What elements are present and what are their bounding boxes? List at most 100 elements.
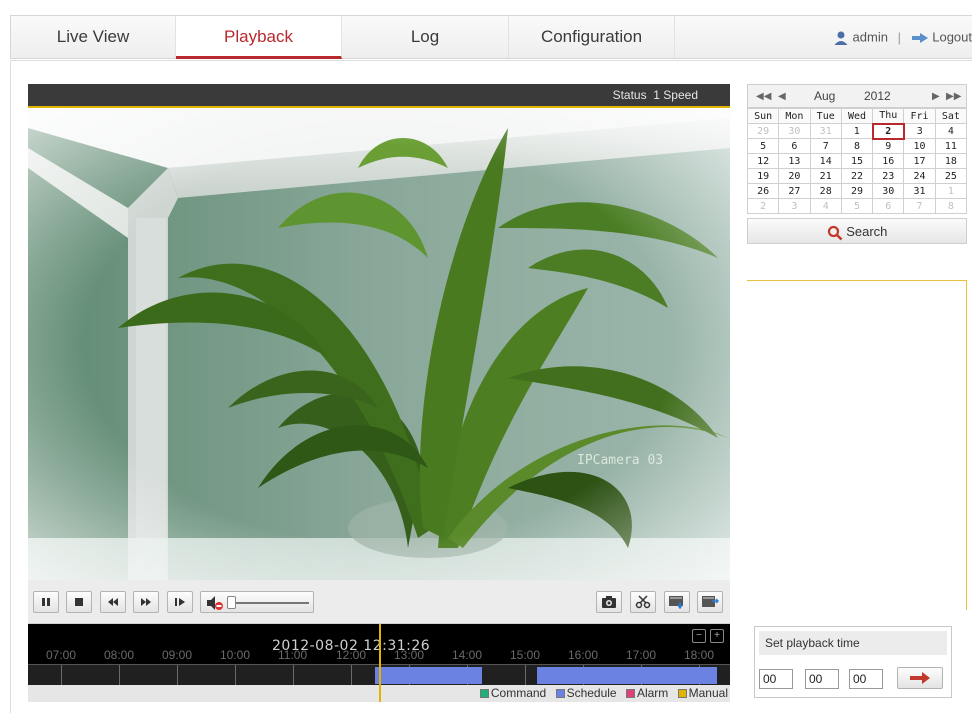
frame-step-button[interactable]: [167, 591, 193, 613]
weekday-label: Sun: [746, 108, 780, 124]
zoom-out-button[interactable]: −: [692, 629, 706, 643]
weekday-label: Fri: [903, 108, 936, 124]
calendar-day[interactable]: 6: [778, 138, 811, 154]
sidebar-border: [966, 280, 967, 610]
pause-icon: [42, 598, 50, 606]
calendar-day[interactable]: 30: [778, 123, 811, 139]
calendar-day[interactable]: 31: [809, 123, 842, 139]
timeline-hour-label: 09:00: [162, 648, 193, 662]
calendar-day[interactable]: 26: [746, 183, 780, 199]
calendar-day[interactable]: 5: [746, 138, 780, 154]
calendar-day[interactable]: 15: [840, 153, 874, 169]
timeline-cursor[interactable]: [379, 624, 381, 702]
calendar-day[interactable]: 10: [903, 138, 936, 154]
calendar-day[interactable]: 17: [903, 153, 936, 169]
weekday-label: Wed: [840, 108, 874, 124]
zoom-in-button[interactable]: +: [710, 629, 724, 643]
volume-slider-track[interactable]: [231, 602, 309, 604]
command-swatch: [479, 689, 489, 698]
clip-icon: [635, 595, 651, 609]
calendar-day[interactable]: 28: [809, 183, 842, 199]
calendar-day[interactable]: 29: [840, 183, 874, 199]
speed-up-icon: [141, 598, 151, 606]
calendar-day[interactable]: 4: [934, 123, 968, 139]
timeline[interactable]: 07:00 08:00 09:00 10:00 11:00 12:00 13:0…: [28, 624, 730, 702]
calendar-day[interactable]: 24: [903, 168, 936, 184]
calendar-day[interactable]: 20: [778, 168, 811, 184]
schedule-segment[interactable]: [375, 667, 482, 684]
calendar-day[interactable]: 4: [809, 198, 842, 214]
logout-link[interactable]: Logout: [911, 29, 972, 45]
calendar-day[interactable]: 2: [746, 198, 780, 214]
calendar-day[interactable]: 5: [840, 198, 874, 214]
tab-playback[interactable]: Playback: [176, 16, 342, 59]
next-month-icon[interactable]: ▶: [932, 85, 940, 108]
hour-input[interactable]: 00: [759, 669, 793, 689]
calendar-day[interactable]: 31: [903, 183, 936, 199]
speed-up-button[interactable]: [133, 591, 159, 613]
clip-button[interactable]: [630, 591, 656, 613]
prev-year-icon[interactable]: ◀◀: [756, 85, 771, 108]
calendar: ◀◀ ◀ Aug 2012 ▶ ▶▶ Sun Mon Tue Wed Thu F…: [746, 84, 968, 244]
tab-live-view[interactable]: Live View: [11, 16, 176, 58]
logout-icon: [911, 32, 928, 43]
go-button[interactable]: [897, 667, 943, 689]
calendar-day[interactable]: 11: [934, 138, 968, 154]
header-divider: [10, 60, 972, 61]
search-icon: [827, 225, 842, 240]
calendar-day[interactable]: 13: [778, 153, 811, 169]
export-button[interactable]: [697, 591, 723, 613]
timeline-datetime: 2012-08-02 12:31:26: [272, 638, 431, 654]
calendar-day[interactable]: 9: [872, 138, 905, 154]
calendar-day[interactable]: 16: [872, 153, 905, 169]
download-button[interactable]: [664, 591, 690, 613]
calendar-day[interactable]: 22: [840, 168, 874, 184]
calendar-day[interactable]: 21: [809, 168, 842, 184]
calendar-day[interactable]: 8: [934, 198, 968, 214]
calendar-day[interactable]: 3: [778, 198, 811, 214]
calendar-day[interactable]: 1: [840, 123, 874, 139]
tab-log[interactable]: Log: [342, 16, 509, 58]
calendar-day[interactable]: 14: [809, 153, 842, 169]
pause-button[interactable]: [33, 591, 59, 613]
calendar-day-selected[interactable]: 2: [871, 122, 905, 140]
schedule-swatch: [555, 689, 565, 698]
tab-configuration[interactable]: Configuration: [509, 16, 675, 58]
timeline-tick: [119, 665, 120, 685]
volume-control[interactable]: [200, 591, 314, 613]
volume-slider-handle[interactable]: [227, 596, 236, 609]
status-bar: Status 1 Speed: [28, 84, 730, 108]
capture-button[interactable]: [596, 591, 622, 613]
schedule-segment[interactable]: [537, 667, 717, 684]
calendar-day[interactable]: 8: [840, 138, 874, 154]
calendar-day[interactable]: 7: [903, 198, 936, 214]
slow-down-button[interactable]: [100, 591, 126, 613]
calendar-day[interactable]: 23: [872, 168, 905, 184]
weekday-label: Sat: [934, 108, 968, 124]
timeline-hour-label: 08:00: [104, 648, 135, 662]
next-year-icon[interactable]: ▶▶: [946, 85, 961, 108]
calendar-day[interactable]: 25: [934, 168, 968, 184]
calendar-day[interactable]: 1: [934, 183, 968, 199]
prev-month-icon[interactable]: ◀: [778, 85, 786, 108]
search-button[interactable]: Search: [747, 218, 967, 244]
calendar-day[interactable]: 27: [778, 183, 811, 199]
second-input[interactable]: 00: [849, 669, 883, 689]
calendar-day[interactable]: 7: [809, 138, 842, 154]
minute-input[interactable]: 00: [805, 669, 839, 689]
calendar-day[interactable]: 12: [746, 153, 780, 169]
calendar-day[interactable]: 19: [746, 168, 780, 184]
calendar-day[interactable]: 18: [934, 153, 968, 169]
stop-button[interactable]: [66, 591, 92, 613]
playback-toolbar: [28, 580, 730, 624]
calendar-day[interactable]: 3: [903, 123, 936, 139]
timeline-tick: [177, 665, 178, 685]
calendar-day[interactable]: 30: [872, 183, 905, 199]
weekday-label: Mon: [778, 108, 811, 124]
calendar-day[interactable]: 29: [746, 123, 780, 139]
calendar-day[interactable]: 6: [872, 198, 905, 214]
calendar-year: 2012: [864, 89, 891, 103]
arrow-right-icon: [910, 672, 930, 684]
set-playback-time-panel: Set playback time 00 00 00: [754, 626, 952, 698]
video-player[interactable]: IPCamera 03: [28, 108, 730, 580]
